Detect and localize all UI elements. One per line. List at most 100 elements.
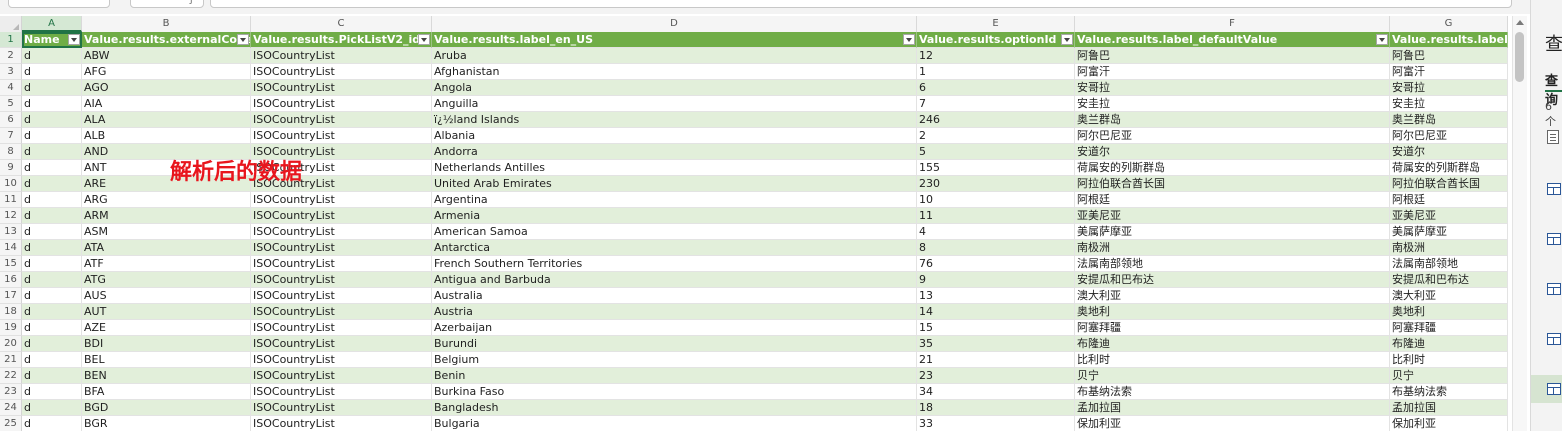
header-cell[interactable]: Value.results.label_zh: [1390, 32, 1508, 48]
row-number[interactable]: 17: [0, 288, 22, 304]
table-cell[interactable]: d: [22, 128, 82, 144]
header-cell[interactable]: Value.results.PickListV2_id: [251, 32, 432, 48]
function-controls[interactable]: ƒ: [130, 0, 204, 8]
table-cell[interactable]: 阿尔巴尼亚: [1075, 128, 1390, 144]
table-cell[interactable]: 246: [917, 112, 1075, 128]
row-number[interactable]: 3: [0, 64, 22, 80]
table-cell[interactable]: d: [22, 112, 82, 128]
table-cell[interactable]: Austria: [432, 304, 917, 320]
table-cell[interactable]: AUT: [82, 304, 251, 320]
table-cell[interactable]: ISOCountryList: [251, 128, 432, 144]
table-cell[interactable]: ABW: [82, 48, 251, 64]
table-cell[interactable]: Bangladesh: [432, 400, 917, 416]
row-number[interactable]: 20: [0, 336, 22, 352]
table-cell[interactable]: d: [22, 208, 82, 224]
table-cell[interactable]: 6: [917, 80, 1075, 96]
table-cell[interactable]: 亚美尼亚: [1390, 208, 1508, 224]
name-box[interactable]: [8, 0, 110, 8]
table-cell[interactable]: Andorra: [432, 144, 917, 160]
table-cell[interactable]: ISOCountryList: [251, 192, 432, 208]
table-cell[interactable]: 13: [917, 288, 1075, 304]
row-number[interactable]: 21: [0, 352, 22, 368]
table-cell[interactable]: 5: [917, 144, 1075, 160]
column-header-d[interactable]: D: [432, 16, 917, 32]
table-cell[interactable]: Netherlands Antilles: [432, 160, 917, 176]
table-cell[interactable]: BEL: [82, 352, 251, 368]
filter-dropdown-icon[interactable]: [68, 34, 80, 45]
table-cell[interactable]: 澳大利亚: [1075, 288, 1390, 304]
row-number[interactable]: 4: [0, 80, 22, 96]
table-cell[interactable]: 安哥拉: [1390, 80, 1508, 96]
table-cell[interactable]: Antarctica: [432, 240, 917, 256]
table-cell[interactable]: Belgium: [432, 352, 917, 368]
row-number[interactable]: 16: [0, 272, 22, 288]
table-cell[interactable]: 贝宁: [1075, 368, 1390, 384]
row-number[interactable]: 18: [0, 304, 22, 320]
table-cell[interactable]: 法属南部领地: [1390, 256, 1508, 272]
header-cell[interactable]: Value.results.optionId: [917, 32, 1075, 48]
table-cell[interactable]: ISOCountryList: [251, 208, 432, 224]
row-number[interactable]: 22: [0, 368, 22, 384]
table-cell[interactable]: ALB: [82, 128, 251, 144]
table-cell[interactable]: d: [22, 192, 82, 208]
table-icon[interactable]: [1547, 383, 1561, 395]
table-cell[interactable]: 澳大利亚: [1390, 288, 1508, 304]
table-cell[interactable]: 奥兰群岛: [1075, 112, 1390, 128]
header-cell[interactable]: Value.results.label_defaultValue: [1075, 32, 1390, 48]
table-cell[interactable]: 阿富汗: [1390, 64, 1508, 80]
row-number[interactable]: 6: [0, 112, 22, 128]
table-cell[interactable]: 奥地利: [1390, 304, 1508, 320]
spreadsheet-grid[interactable]: ABCDEFG 1 Name Value.results.externalCode V…: [0, 16, 1508, 431]
filter-dropdown-icon[interactable]: [1376, 34, 1388, 45]
table-cell[interactable]: 比利时: [1075, 352, 1390, 368]
table-icon[interactable]: [1547, 183, 1561, 195]
table-cell[interactable]: d: [22, 336, 82, 352]
table-cell[interactable]: 奥兰群岛: [1390, 112, 1508, 128]
table-cell[interactable]: Azerbaijan: [432, 320, 917, 336]
table-cell[interactable]: d: [22, 64, 82, 80]
table-cell[interactable]: 阿鲁巴: [1390, 48, 1508, 64]
table-cell[interactable]: 孟加拉国: [1390, 400, 1508, 416]
table-cell[interactable]: Benin: [432, 368, 917, 384]
column-header-a[interactable]: A: [22, 16, 82, 32]
table-cell[interactable]: Angola: [432, 80, 917, 96]
table-cell[interactable]: 12: [917, 48, 1075, 64]
table-cell[interactable]: Argentina: [432, 192, 917, 208]
row-number[interactable]: 19: [0, 320, 22, 336]
table-cell[interactable]: 安圭拉: [1390, 96, 1508, 112]
table-cell[interactable]: Armenia: [432, 208, 917, 224]
table-cell[interactable]: 阿富汗: [1075, 64, 1390, 80]
table-cell[interactable]: Antigua and Barbuda: [432, 272, 917, 288]
formula-bar[interactable]: [210, 0, 1512, 8]
table-cell[interactable]: d: [22, 320, 82, 336]
scrollbar-thumb[interactable]: [1515, 32, 1524, 82]
table-cell[interactable]: 布隆迪: [1390, 336, 1508, 352]
table-cell[interactable]: 2: [917, 128, 1075, 144]
table-cell[interactable]: 9: [917, 272, 1075, 288]
table-cell[interactable]: 安圭拉: [1075, 96, 1390, 112]
table-cell[interactable]: ISOCountryList: [251, 240, 432, 256]
table-cell[interactable]: 美属萨摩亚: [1390, 224, 1508, 240]
table-cell[interactable]: 安哥拉: [1075, 80, 1390, 96]
table-cell[interactable]: Australia: [432, 288, 917, 304]
row-number[interactable]: 12: [0, 208, 22, 224]
row-number[interactable]: 25: [0, 416, 22, 431]
table-cell[interactable]: ISOCountryList: [251, 256, 432, 272]
table-cell[interactable]: 7: [917, 96, 1075, 112]
table-cell[interactable]: 安提瓜和巴布达: [1390, 272, 1508, 288]
table-cell[interactable]: d: [22, 416, 82, 431]
table-cell[interactable]: 布基纳法索: [1075, 384, 1390, 400]
table-cell[interactable]: 比利时: [1390, 352, 1508, 368]
header-cell[interactable]: Name: [22, 32, 82, 48]
table-cell[interactable]: 21: [917, 352, 1075, 368]
table-cell[interactable]: 阿鲁巴: [1075, 48, 1390, 64]
table-cell[interactable]: Anguilla: [432, 96, 917, 112]
list-icon[interactable]: [1547, 130, 1559, 144]
header-cell[interactable]: Value.results.label_en_US: [432, 32, 917, 48]
table-cell[interactable]: 阿塞拜疆: [1390, 320, 1508, 336]
table-cell[interactable]: 35: [917, 336, 1075, 352]
table-cell[interactable]: 23: [917, 368, 1075, 384]
table-cell[interactable]: ISOCountryList: [251, 112, 432, 128]
table-cell[interactable]: AFG: [82, 64, 251, 80]
table-cell[interactable]: United Arab Emirates: [432, 176, 917, 192]
